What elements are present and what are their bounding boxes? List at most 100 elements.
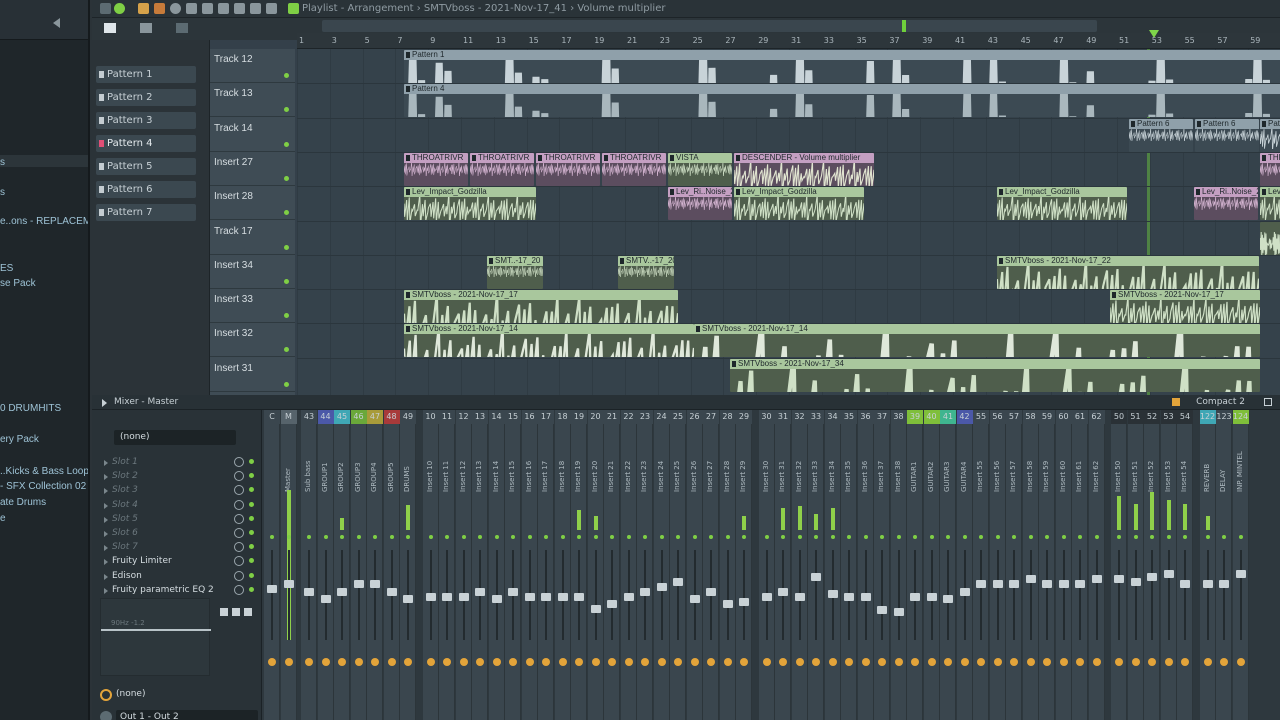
effect-slot[interactable]: Slot 7: [98, 540, 258, 554]
volume-fader[interactable]: [761, 593, 772, 601]
pan-knob[interactable]: [354, 658, 363, 666]
volume-fader[interactable]: [524, 593, 535, 601]
volume-fader[interactable]: [893, 608, 904, 616]
mixer-strip[interactable]: 19 Insert 19: [571, 410, 587, 720]
track-header[interactable]: Track 12: [210, 49, 295, 83]
pan-knob[interactable]: [476, 658, 484, 666]
volume-fader[interactable]: [794, 593, 805, 601]
select-icon[interactable]: [234, 3, 245, 14]
pan-knob[interactable]: [1010, 658, 1018, 666]
volume-fader[interactable]: [976, 580, 986, 588]
mixer-strip[interactable]: 122 REVERB: [1199, 410, 1216, 720]
pan-knob[interactable]: [387, 658, 396, 666]
volume-fader[interactable]: [590, 605, 601, 613]
strip-enable-led[interactable]: [1222, 535, 1226, 539]
playlist-clip[interactable]: THROATRIVR: [1260, 152, 1280, 186]
playlist-clip[interactable]: [1260, 221, 1280, 255]
slot-enable-led[interactable]: [249, 487, 254, 493]
mixer-strip[interactable]: 42 GUITAR4: [956, 410, 973, 720]
playlist-clip[interactable]: THROATRIVR: [404, 152, 468, 186]
browser-item[interactable]: s: [0, 187, 5, 198]
pattern-item[interactable]: Pattern 6: [96, 181, 196, 198]
strip-enable-led[interactable]: [389, 535, 394, 539]
eq-graph[interactable]: 90Hz -1.2: [100, 598, 211, 676]
pan-knob[interactable]: [321, 658, 330, 666]
slot-mix-knob[interactable]: [234, 542, 244, 553]
strip-enable-led[interactable]: [445, 535, 449, 539]
mixer-strip[interactable]: 20 Insert 20: [587, 410, 604, 720]
strip-enable-led[interactable]: [962, 535, 967, 539]
pan-knob[interactable]: [558, 658, 567, 666]
mixer-strip[interactable]: 17 Insert 17: [538, 410, 554, 720]
pan-knob[interactable]: [707, 658, 715, 666]
pan-knob[interactable]: [1181, 658, 1189, 666]
strip-enable-led[interactable]: [1133, 535, 1138, 539]
browser-item[interactable]: ate Drums: [0, 497, 46, 508]
pan-knob[interactable]: [812, 658, 820, 666]
volume-fader[interactable]: [1202, 580, 1213, 588]
mixer-strip[interactable]: 39 GUITAR1: [907, 410, 923, 720]
strip-enable-led[interactable]: [797, 535, 802, 539]
pan-knob[interactable]: [1092, 658, 1101, 666]
strip-enable-led[interactable]: [1238, 535, 1243, 539]
volume-fader[interactable]: [1235, 570, 1246, 578]
volume-fader[interactable]: [640, 588, 650, 596]
pan-knob[interactable]: [591, 658, 600, 666]
track-mute-led[interactable]: [284, 347, 289, 353]
timeline-ruler[interactable]: 1 3 5 7 9 11 13 15 17 19 21 23 25 27 29 31 33 35 37 39 41 43 4…: [297, 30, 1280, 49]
mixer-strip[interactable]: 27 Insert 27: [703, 410, 719, 720]
slot-mix-knob[interactable]: [234, 513, 244, 524]
volume-fader[interactable]: [508, 588, 518, 596]
mixer-strip[interactable]: 62 Insert 62: [1088, 410, 1105, 720]
playlist-clip[interactable]: SMT..-17_20: [487, 255, 543, 289]
volume-fader[interactable]: [943, 595, 953, 603]
mixer-strip[interactable]: 34 Insert 34: [824, 410, 841, 720]
mixer-strip[interactable]: 15 Insert 15: [505, 410, 521, 720]
effect-slot[interactable]: Slot 1: [98, 455, 258, 469]
pan-knob[interactable]: [1076, 658, 1084, 666]
playlist-clip[interactable]: SMTVboss - 2021-Nov-17_14: [404, 324, 694, 358]
mixer-strip[interactable]: 22 Insert 22: [620, 410, 637, 720]
pan-knob[interactable]: [305, 658, 313, 666]
volume-fader[interactable]: [1009, 580, 1019, 588]
pan-knob[interactable]: [795, 658, 804, 666]
track-header[interactable]: Insert 27: [210, 152, 295, 186]
strip-enable-led[interactable]: [626, 535, 631, 539]
pan-knob[interactable]: [960, 658, 969, 666]
playlist-clip[interactable]: Lev_Impact_Godzilla: [734, 187, 864, 221]
strip-enable-led[interactable]: [1045, 535, 1049, 539]
piano-icon[interactable]: [104, 23, 116, 33]
playlist-clip[interactable]: Lev_Ri..Noise_2: [668, 187, 732, 221]
track-header[interactable]: Insert 34: [210, 255, 295, 289]
volume-fader[interactable]: [959, 588, 970, 596]
volume-fader[interactable]: [541, 593, 551, 601]
mixer-strip[interactable]: 33 Insert 33: [808, 410, 824, 720]
pan-knob[interactable]: [371, 658, 379, 666]
mixer-strip[interactable]: 48 GROUP5: [383, 410, 400, 720]
pan-knob[interactable]: [1026, 658, 1035, 666]
strip-enable-led[interactable]: [764, 535, 769, 539]
playlist-clip[interactable]: Pattern 1: [404, 50, 1280, 83]
mixer-strip[interactable]: 54 Insert 54: [1177, 410, 1193, 720]
mixer-strip[interactable]: 50 Insert 50: [1111, 410, 1127, 720]
pan-knob[interactable]: [1220, 658, 1228, 666]
insert-select[interactable]: (none): [114, 430, 236, 445]
strip-enable-led[interactable]: [1078, 535, 1082, 539]
playlist-clip[interactable]: SMTVboss - 2021-Nov-17_17: [404, 290, 678, 324]
effect-slot[interactable]: Slot 4: [98, 498, 258, 512]
mixer-strip[interactable]: 56 Insert 56: [989, 410, 1006, 720]
volume-fader[interactable]: [778, 588, 788, 596]
mixer-strip[interactable]: 40 GUITAR2: [923, 410, 940, 720]
playlist-clip[interactable]: SMTVboss - 2021-Nov-17_22: [997, 255, 1259, 289]
strip-enable-led[interactable]: [676, 535, 680, 539]
mixer-strip[interactable]: 16 Insert 16: [521, 410, 538, 720]
strip-enable-led[interactable]: [880, 535, 884, 539]
volume-fader[interactable]: [442, 593, 452, 601]
mixer-strip[interactable]: 36 Insert 36: [857, 410, 874, 720]
playlist-clip[interactable]: Lev_Impact_Godzilla: [1260, 187, 1280, 221]
pan-knob[interactable]: [1236, 658, 1245, 666]
playlist-clip[interactable]: THROATRIVR: [602, 152, 666, 186]
pan-knob[interactable]: [443, 658, 451, 666]
track-mute-led[interactable]: [284, 73, 289, 78]
pattern-item[interactable]: Pattern 5: [96, 158, 196, 175]
